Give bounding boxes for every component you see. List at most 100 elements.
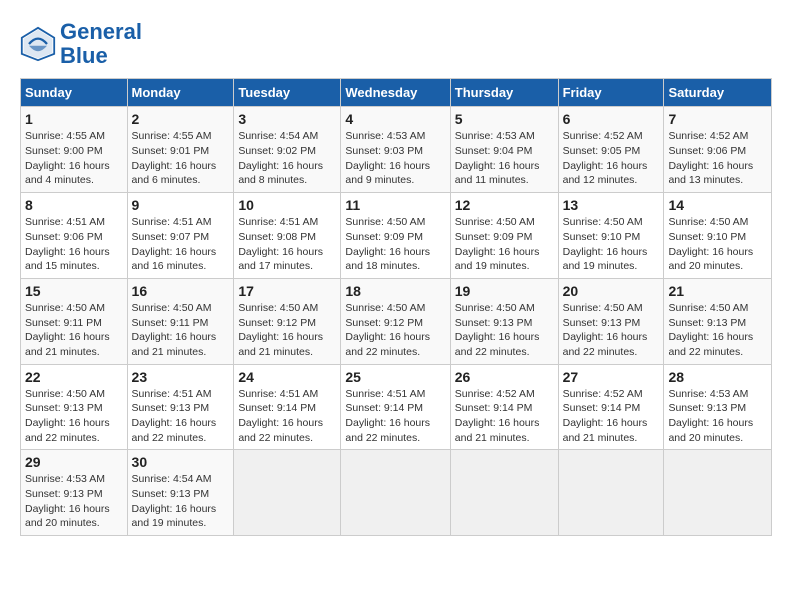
calendar-day-cell	[558, 450, 664, 536]
calendar-day-cell: 16 Sunrise: 4:50 AM Sunset: 9:11 PM Dayl…	[127, 278, 234, 364]
day-number: 14	[668, 197, 767, 213]
day-info: Sunrise: 4:54 AM Sunset: 9:13 PM Dayligh…	[132, 472, 230, 531]
day-info: Sunrise: 4:51 AM Sunset: 9:14 PM Dayligh…	[345, 387, 445, 446]
page-header: General Blue	[20, 20, 772, 68]
header-day-wednesday: Wednesday	[341, 79, 450, 107]
calendar-table: SundayMondayTuesdayWednesdayThursdayFrid…	[20, 78, 772, 536]
day-number: 17	[238, 283, 336, 299]
day-info: Sunrise: 4:55 AM Sunset: 9:01 PM Dayligh…	[132, 129, 230, 188]
day-info: Sunrise: 4:50 AM Sunset: 9:13 PM Dayligh…	[563, 301, 660, 360]
day-number: 16	[132, 283, 230, 299]
day-number: 4	[345, 111, 445, 127]
calendar-week-row: 29 Sunrise: 4:53 AM Sunset: 9:13 PM Dayl…	[21, 450, 772, 536]
day-number: 12	[455, 197, 554, 213]
day-number: 2	[132, 111, 230, 127]
calendar-day-cell: 24 Sunrise: 4:51 AM Sunset: 9:14 PM Dayl…	[234, 364, 341, 450]
day-info: Sunrise: 4:50 AM Sunset: 9:09 PM Dayligh…	[455, 215, 554, 274]
day-number: 5	[455, 111, 554, 127]
day-info: Sunrise: 4:51 AM Sunset: 9:07 PM Dayligh…	[132, 215, 230, 274]
calendar-day-cell: 26 Sunrise: 4:52 AM Sunset: 9:14 PM Dayl…	[450, 364, 558, 450]
calendar-day-cell	[450, 450, 558, 536]
calendar-day-cell: 14 Sunrise: 4:50 AM Sunset: 9:10 PM Dayl…	[664, 193, 772, 279]
calendar-day-cell: 5 Sunrise: 4:53 AM Sunset: 9:04 PM Dayli…	[450, 107, 558, 193]
calendar-day-cell: 11 Sunrise: 4:50 AM Sunset: 9:09 PM Dayl…	[341, 193, 450, 279]
calendar-day-cell: 29 Sunrise: 4:53 AM Sunset: 9:13 PM Dayl…	[21, 450, 128, 536]
calendar-day-cell: 4 Sunrise: 4:53 AM Sunset: 9:03 PM Dayli…	[341, 107, 450, 193]
day-number: 13	[563, 197, 660, 213]
calendar-week-row: 1 Sunrise: 4:55 AM Sunset: 9:00 PM Dayli…	[21, 107, 772, 193]
day-info: Sunrise: 4:52 AM Sunset: 9:06 PM Dayligh…	[668, 129, 767, 188]
calendar-day-cell: 10 Sunrise: 4:51 AM Sunset: 9:08 PM Dayl…	[234, 193, 341, 279]
calendar-day-cell: 21 Sunrise: 4:50 AM Sunset: 9:13 PM Dayl…	[664, 278, 772, 364]
calendar-day-cell	[234, 450, 341, 536]
day-info: Sunrise: 4:51 AM Sunset: 9:06 PM Dayligh…	[25, 215, 123, 274]
calendar-day-cell: 3 Sunrise: 4:54 AM Sunset: 9:02 PM Dayli…	[234, 107, 341, 193]
day-number: 7	[668, 111, 767, 127]
day-info: Sunrise: 4:53 AM Sunset: 9:13 PM Dayligh…	[668, 387, 767, 446]
day-info: Sunrise: 4:53 AM Sunset: 9:13 PM Dayligh…	[25, 472, 123, 531]
calendar-week-row: 15 Sunrise: 4:50 AM Sunset: 9:11 PM Dayl…	[21, 278, 772, 364]
calendar-day-cell: 25 Sunrise: 4:51 AM Sunset: 9:14 PM Dayl…	[341, 364, 450, 450]
calendar-day-cell: 12 Sunrise: 4:50 AM Sunset: 9:09 PM Dayl…	[450, 193, 558, 279]
day-info: Sunrise: 4:55 AM Sunset: 9:00 PM Dayligh…	[25, 129, 123, 188]
day-info: Sunrise: 4:50 AM Sunset: 9:13 PM Dayligh…	[668, 301, 767, 360]
day-info: Sunrise: 4:53 AM Sunset: 9:04 PM Dayligh…	[455, 129, 554, 188]
calendar-week-row: 8 Sunrise: 4:51 AM Sunset: 9:06 PM Dayli…	[21, 193, 772, 279]
calendar-day-cell	[341, 450, 450, 536]
calendar-day-cell: 27 Sunrise: 4:52 AM Sunset: 9:14 PM Dayl…	[558, 364, 664, 450]
day-number: 28	[668, 369, 767, 385]
logo: General Blue	[20, 20, 142, 68]
calendar-week-row: 22 Sunrise: 4:50 AM Sunset: 9:13 PM Dayl…	[21, 364, 772, 450]
calendar-day-cell: 28 Sunrise: 4:53 AM Sunset: 9:13 PM Dayl…	[664, 364, 772, 450]
calendar-day-cell: 20 Sunrise: 4:50 AM Sunset: 9:13 PM Dayl…	[558, 278, 664, 364]
header-day-monday: Monday	[127, 79, 234, 107]
day-info: Sunrise: 4:51 AM Sunset: 9:08 PM Dayligh…	[238, 215, 336, 274]
calendar-day-cell: 18 Sunrise: 4:50 AM Sunset: 9:12 PM Dayl…	[341, 278, 450, 364]
day-number: 3	[238, 111, 336, 127]
day-number: 21	[668, 283, 767, 299]
day-info: Sunrise: 4:52 AM Sunset: 9:14 PM Dayligh…	[455, 387, 554, 446]
header-day-friday: Friday	[558, 79, 664, 107]
day-number: 10	[238, 197, 336, 213]
day-number: 6	[563, 111, 660, 127]
calendar-day-cell: 7 Sunrise: 4:52 AM Sunset: 9:06 PM Dayli…	[664, 107, 772, 193]
day-number: 20	[563, 283, 660, 299]
calendar-day-cell: 8 Sunrise: 4:51 AM Sunset: 9:06 PM Dayli…	[21, 193, 128, 279]
calendar-day-cell: 19 Sunrise: 4:50 AM Sunset: 9:13 PM Dayl…	[450, 278, 558, 364]
day-number: 19	[455, 283, 554, 299]
calendar-day-cell: 1 Sunrise: 4:55 AM Sunset: 9:00 PM Dayli…	[21, 107, 128, 193]
header-day-sunday: Sunday	[21, 79, 128, 107]
day-info: Sunrise: 4:50 AM Sunset: 9:10 PM Dayligh…	[563, 215, 660, 274]
day-info: Sunrise: 4:52 AM Sunset: 9:05 PM Dayligh…	[563, 129, 660, 188]
calendar-day-cell: 13 Sunrise: 4:50 AM Sunset: 9:10 PM Dayl…	[558, 193, 664, 279]
calendar-day-cell: 9 Sunrise: 4:51 AM Sunset: 9:07 PM Dayli…	[127, 193, 234, 279]
calendar-day-cell: 23 Sunrise: 4:51 AM Sunset: 9:13 PM Dayl…	[127, 364, 234, 450]
day-info: Sunrise: 4:50 AM Sunset: 9:11 PM Dayligh…	[132, 301, 230, 360]
day-info: Sunrise: 4:52 AM Sunset: 9:14 PM Dayligh…	[563, 387, 660, 446]
day-number: 24	[238, 369, 336, 385]
day-info: Sunrise: 4:50 AM Sunset: 9:11 PM Dayligh…	[25, 301, 123, 360]
day-number: 1	[25, 111, 123, 127]
day-info: Sunrise: 4:53 AM Sunset: 9:03 PM Dayligh…	[345, 129, 445, 188]
day-info: Sunrise: 4:50 AM Sunset: 9:10 PM Dayligh…	[668, 215, 767, 274]
calendar-day-cell	[664, 450, 772, 536]
day-number: 15	[25, 283, 123, 299]
calendar-day-cell: 17 Sunrise: 4:50 AM Sunset: 9:12 PM Dayl…	[234, 278, 341, 364]
header-day-thursday: Thursday	[450, 79, 558, 107]
day-info: Sunrise: 4:50 AM Sunset: 9:13 PM Dayligh…	[455, 301, 554, 360]
calendar-day-cell: 6 Sunrise: 4:52 AM Sunset: 9:05 PM Dayli…	[558, 107, 664, 193]
day-info: Sunrise: 4:50 AM Sunset: 9:13 PM Dayligh…	[25, 387, 123, 446]
logo-text: General Blue	[60, 20, 142, 68]
day-info: Sunrise: 4:54 AM Sunset: 9:02 PM Dayligh…	[238, 129, 336, 188]
header-day-tuesday: Tuesday	[234, 79, 341, 107]
day-number: 29	[25, 454, 123, 470]
day-number: 11	[345, 197, 445, 213]
day-number: 25	[345, 369, 445, 385]
day-number: 18	[345, 283, 445, 299]
day-number: 30	[132, 454, 230, 470]
calendar-day-cell: 22 Sunrise: 4:50 AM Sunset: 9:13 PM Dayl…	[21, 364, 128, 450]
day-number: 23	[132, 369, 230, 385]
calendar-header-row: SundayMondayTuesdayWednesdayThursdayFrid…	[21, 79, 772, 107]
day-info: Sunrise: 4:51 AM Sunset: 9:14 PM Dayligh…	[238, 387, 336, 446]
calendar-day-cell: 2 Sunrise: 4:55 AM Sunset: 9:01 PM Dayli…	[127, 107, 234, 193]
